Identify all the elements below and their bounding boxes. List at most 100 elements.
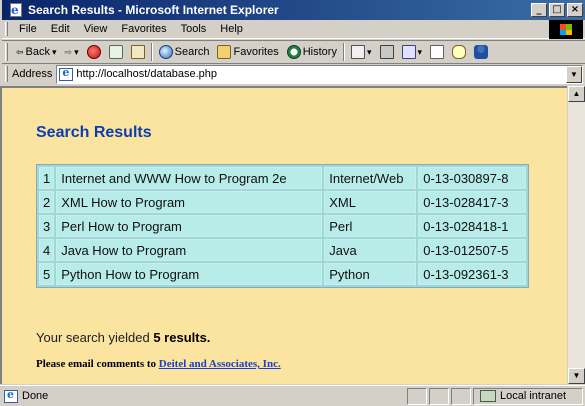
- address-label: Address: [12, 68, 53, 80]
- forward-button[interactable]: ⇨ ▾: [61, 42, 83, 62]
- chevron-down-icon: ▾: [52, 46, 57, 57]
- chevron-down-icon: ▾: [366, 46, 372, 57]
- book-title: Internet and WWW How to Program 2e: [56, 167, 323, 189]
- row-number: 3: [39, 215, 55, 237]
- title-bar[interactable]: e Search Results - Microsoft Internet Ex…: [2, 0, 585, 20]
- book-category: Python: [324, 263, 417, 285]
- discuss-button[interactable]: [426, 42, 448, 62]
- messenger-button[interactable]: [448, 42, 470, 62]
- forward-arrow-icon: ⇨: [64, 46, 73, 57]
- back-arrow-icon: ⇦: [16, 46, 24, 57]
- status-panel: [451, 387, 471, 405]
- user-button[interactable]: [470, 42, 492, 62]
- windows-logo-icon: [549, 20, 583, 39]
- mail-icon: [350, 45, 365, 59]
- chevron-down-icon: ▼: [572, 371, 581, 380]
- address-dropdown-button[interactable]: ▼: [566, 65, 582, 83]
- home-button[interactable]: [127, 42, 149, 62]
- book-isbn: 0-13-028418-1: [418, 215, 527, 237]
- address-url: http://localhost/database.php: [76, 68, 218, 80]
- discuss-icon: [430, 45, 445, 59]
- refresh-icon: [108, 45, 123, 59]
- internet-explorer-icon: e: [8, 2, 24, 18]
- history-icon: [286, 45, 301, 59]
- back-button-label: Back: [25, 46, 51, 58]
- address-input[interactable]: http://localhost/database.php ▼: [56, 64, 583, 84]
- table-row: 4 Java How to Program Java 0-13-012507-5: [39, 239, 527, 261]
- home-icon: [130, 45, 145, 59]
- security-zone: Local intranet: [473, 387, 583, 405]
- chevron-down-icon: ▾: [74, 46, 79, 57]
- vertical-scrollbar[interactable]: ▲ ▼: [567, 86, 585, 384]
- address-bar-grip[interactable]: [5, 66, 8, 82]
- table-row: 1 Internet and WWW How to Program 2e Inter…: [39, 167, 527, 189]
- edit-icon: [401, 45, 416, 59]
- menu-edit[interactable]: Edit: [44, 23, 77, 35]
- toolbar-separator: [150, 43, 153, 61]
- menu-help[interactable]: Help: [213, 23, 250, 35]
- page-title: Search Results: [36, 124, 152, 141]
- history-button[interactable]: History: [283, 42, 341, 62]
- caption-buttons: _ □ ×: [531, 3, 583, 17]
- stop-button[interactable]: [83, 42, 105, 62]
- scroll-down-button[interactable]: ▼: [568, 368, 585, 384]
- stop-icon: [86, 45, 101, 59]
- book-isbn: 0-13-092361-3: [418, 263, 527, 285]
- book-title: XML How to Program: [56, 191, 323, 213]
- status-bar: Done Local intranet: [0, 385, 585, 406]
- menu-view[interactable]: View: [77, 23, 115, 35]
- table-row: 5 Python How to Program Python 0-13-092361-…: [39, 263, 527, 285]
- book-title: Perl How to Program: [56, 215, 323, 237]
- results-table: 1 Internet and WWW How to Program 2e Inter…: [36, 164, 530, 288]
- menu-tools[interactable]: Tools: [174, 23, 214, 35]
- back-button[interactable]: ⇦ Back ▾: [12, 42, 61, 62]
- minimize-button[interactable]: _: [531, 3, 547, 17]
- menu-favorites[interactable]: Favorites: [114, 23, 173, 35]
- book-title: Python How to Program: [56, 263, 323, 285]
- search-button[interactable]: Search: [155, 42, 214, 62]
- address-bar: Address http://localhost/database.php ▼: [2, 64, 585, 84]
- comments-prefix: Please email comments to: [36, 358, 159, 370]
- edit-button[interactable]: ▾: [398, 42, 427, 62]
- row-number: 1: [39, 167, 55, 189]
- page-icon: [59, 66, 74, 81]
- search-button-label: Search: [174, 46, 210, 58]
- history-button-label: History: [302, 46, 337, 58]
- print-button[interactable]: [376, 42, 398, 62]
- menu-bar-grip[interactable]: [5, 22, 8, 36]
- results-count: 5 results.: [153, 330, 211, 345]
- book-title: Java How to Program: [56, 239, 323, 261]
- close-button[interactable]: ×: [567, 3, 583, 17]
- deitel-link[interactable]: Deitel and Associates, Inc.: [159, 358, 281, 370]
- messenger-icon: [452, 45, 467, 59]
- chevron-up-icon: ▲: [572, 89, 581, 98]
- search-icon: [158, 45, 173, 59]
- chevron-down-icon: ▾: [417, 46, 423, 57]
- chevron-down-icon: ▼: [570, 69, 578, 79]
- row-number: 2: [39, 191, 55, 213]
- book-isbn: 0-13-028417-3: [418, 191, 527, 213]
- favorites-icon: [217, 45, 232, 59]
- book-category: Java: [324, 239, 417, 261]
- table-row: 3 Perl How to Program Perl 0-13-028418-1: [39, 215, 527, 237]
- book-category: Perl: [324, 215, 417, 237]
- user-icon: [474, 45, 489, 59]
- status-main: Done: [0, 388, 407, 403]
- menu-file[interactable]: File: [12, 23, 44, 35]
- browser-window: e Search Results - Microsoft Internet Ex…: [0, 0, 585, 406]
- refresh-button[interactable]: [105, 42, 127, 62]
- favorites-button-label: Favorites: [233, 46, 279, 58]
- toolbar-separator: [342, 43, 345, 61]
- table-row: 2 XML How to Program XML 0-13-028417-3: [39, 191, 527, 213]
- local-intranet-icon: [480, 390, 496, 402]
- status-panel: [429, 387, 449, 405]
- toolbar-grip[interactable]: [5, 43, 8, 61]
- favorites-button[interactable]: Favorites: [213, 42, 282, 62]
- print-icon: [379, 45, 394, 59]
- standard-toolbar: ⇦ Back ▾ ⇨ ▾ Search Favorites History ▾: [2, 40, 585, 64]
- book-category: Internet/Web: [324, 167, 417, 189]
- scroll-up-button[interactable]: ▲: [568, 86, 585, 102]
- maximize-button[interactable]: □: [549, 3, 565, 17]
- window-title: Search Results - Microsoft Internet Expl…: [28, 3, 279, 17]
- mail-button[interactable]: ▾: [347, 42, 376, 62]
